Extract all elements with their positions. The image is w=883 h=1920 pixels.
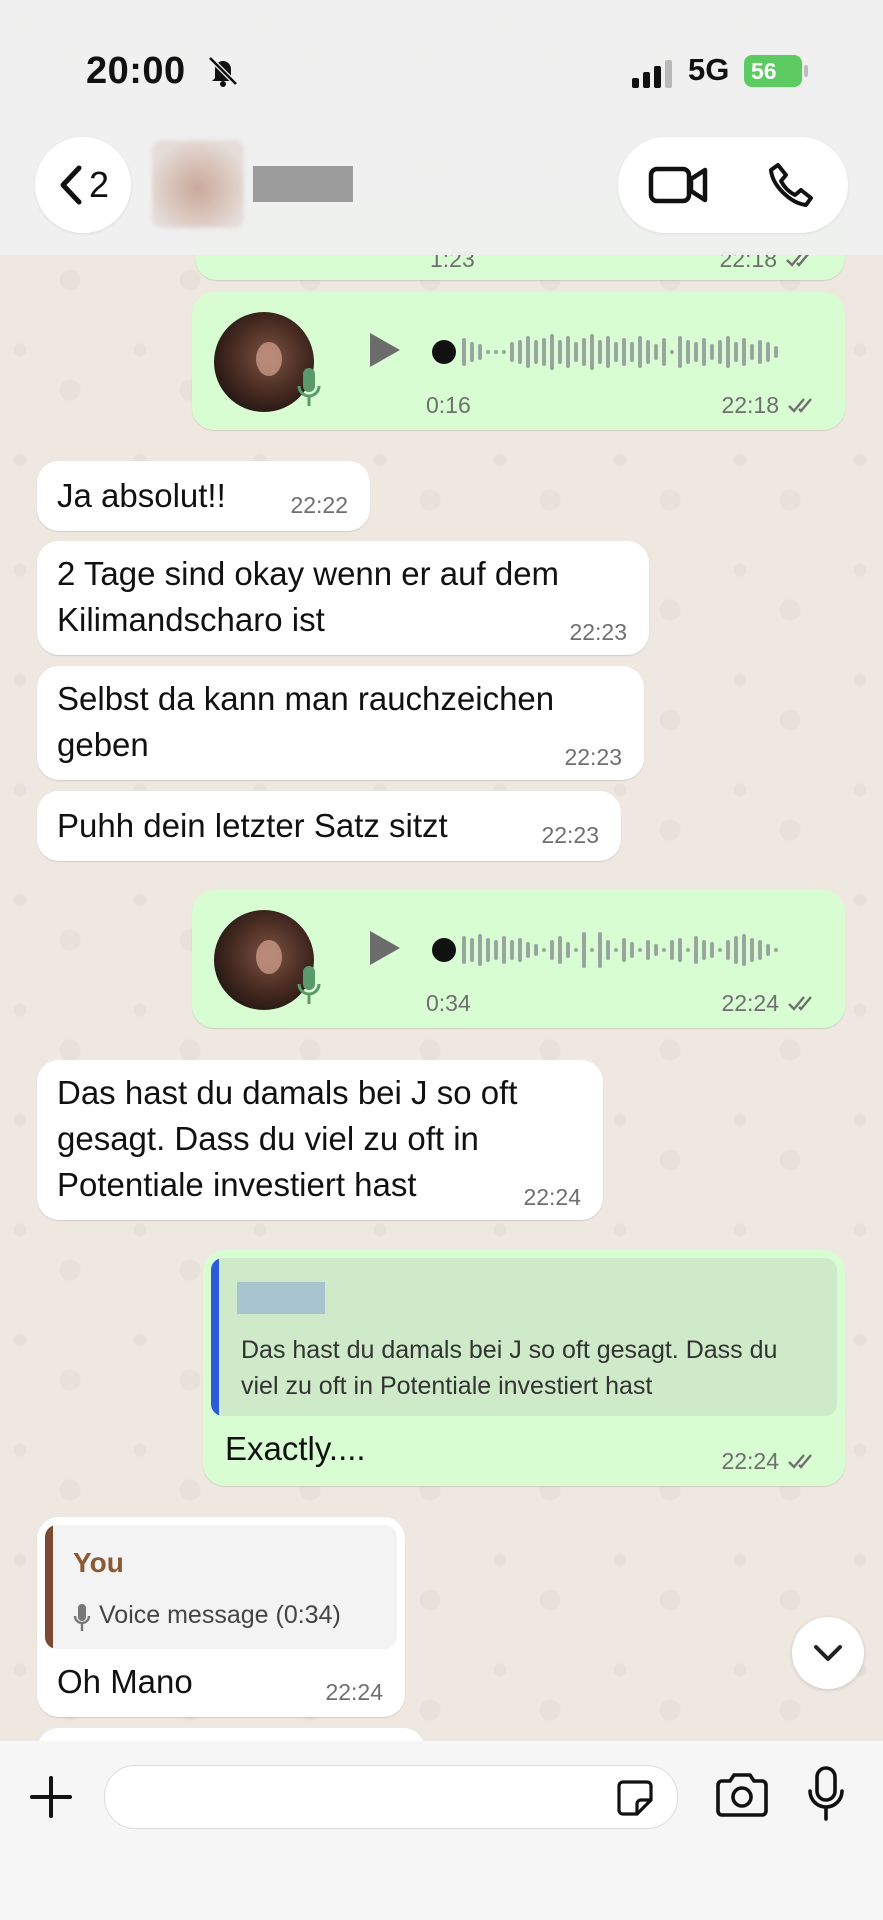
status-time: 20:00	[86, 50, 186, 92]
chevron-down-icon	[814, 1645, 842, 1661]
bell-muted-icon	[208, 56, 238, 87]
sticker-icon[interactable]	[615, 1778, 655, 1818]
message-time: 22:22	[290, 492, 348, 518]
contact-avatar[interactable]	[152, 140, 244, 228]
voice-duration: 0:16	[426, 392, 471, 418]
quoted-text: Das hast du damals bei J so oft gesagt. …	[241, 1336, 778, 1400]
quoted-text: Voice message (0:34)	[99, 1601, 341, 1629]
chevron-left-icon	[60, 165, 82, 205]
video-camera-icon[interactable]	[648, 163, 708, 207]
message-input[interactable]	[127, 1776, 591, 1818]
top-bar: 20:00 5G 56 2	[0, 0, 883, 255]
message-input-container[interactable]	[104, 1765, 678, 1829]
message-text: Exactly....	[225, 1430, 366, 1467]
quoted-author: You	[73, 1547, 124, 1578]
incoming-reply-message[interactable]: You Voice message (0:34) Oh Mano 22:24	[37, 1517, 405, 1717]
plus-icon[interactable]	[28, 1774, 74, 1820]
read-ticks-icon	[788, 1454, 812, 1469]
phone-icon[interactable]	[766, 161, 816, 209]
camera-icon[interactable]	[714, 1771, 770, 1819]
back-button[interactable]: 2	[35, 137, 131, 233]
message-time: 22:23	[541, 822, 599, 848]
waveform[interactable]	[430, 926, 810, 974]
call-buttons	[618, 137, 848, 233]
incoming-message[interactable]: Ja absolut!! 22:22	[37, 461, 370, 531]
read-ticks-icon	[788, 398, 812, 413]
incoming-message[interactable]: Puhh dein letzter Satz sitzt 22:23	[37, 791, 621, 861]
quote-accent-bar	[211, 1258, 219, 1416]
message-text: 2 Tage sind okay wenn er auf dem Kiliman…	[57, 555, 560, 638]
message-time: 22:18	[721, 392, 821, 419]
play-icon[interactable]	[364, 928, 404, 968]
unread-count: 2	[88, 164, 110, 205]
scroll-to-bottom-button[interactable]	[792, 1617, 864, 1689]
microphone-icon	[73, 1604, 91, 1631]
message-text: Ja absolut!!	[57, 477, 226, 514]
quoted-message[interactable]: Das hast du damals bei J so oft gesagt. …	[211, 1258, 837, 1416]
outgoing-reply-message[interactable]: Das hast du damals bei J so oft gesagt. …	[203, 1250, 845, 1486]
battery-level: 56	[751, 57, 777, 84]
voice-message[interactable]: 0:34 22:24	[192, 890, 845, 1028]
quoted-message[interactable]: You Voice message (0:34)	[45, 1525, 397, 1649]
incoming-message[interactable]: 2 Tage sind okay wenn er auf dem Kiliman…	[37, 541, 649, 655]
message-time: 22:23	[569, 619, 627, 645]
message-text: Oh Mano	[57, 1663, 193, 1700]
microphone-icon	[297, 368, 321, 406]
battery-indicator: 56	[744, 55, 808, 87]
quoted-author-redacted	[237, 1282, 325, 1314]
contact-name-redacted[interactable]	[253, 166, 353, 202]
microphone-icon[interactable]	[806, 1765, 846, 1823]
message-time: 22:23	[564, 744, 622, 770]
network-type: 5G	[688, 52, 730, 87]
play-icon[interactable]	[364, 330, 404, 370]
message-text: Das hast du damals bei J so oft gesagt. …	[57, 1074, 518, 1203]
message-time: 22:24	[721, 1448, 821, 1475]
incoming-message[interactable]: Das hast du damals bei J so oft gesagt. …	[37, 1060, 603, 1220]
incoming-message[interactable]: Selbst da kann man rauchzeichen geben 22…	[37, 666, 644, 780]
message-time: 22:24	[325, 1679, 383, 1705]
voice-message[interactable]: 0:16 22:18	[192, 292, 845, 430]
read-ticks-icon	[788, 996, 812, 1011]
voice-duration: 0:34	[426, 990, 471, 1016]
signal-icon	[632, 60, 672, 88]
message-time: 22:24	[721, 990, 821, 1017]
waveform[interactable]	[430, 328, 810, 376]
microphone-icon	[297, 966, 321, 1004]
quote-accent-bar	[45, 1525, 53, 1649]
message-time: 22:24	[523, 1184, 581, 1210]
message-text: Puhh dein letzter Satz sitzt	[57, 807, 448, 844]
composer-bar	[0, 1741, 883, 1920]
message-text: Selbst da kann man rauchzeichen geben	[57, 680, 555, 763]
